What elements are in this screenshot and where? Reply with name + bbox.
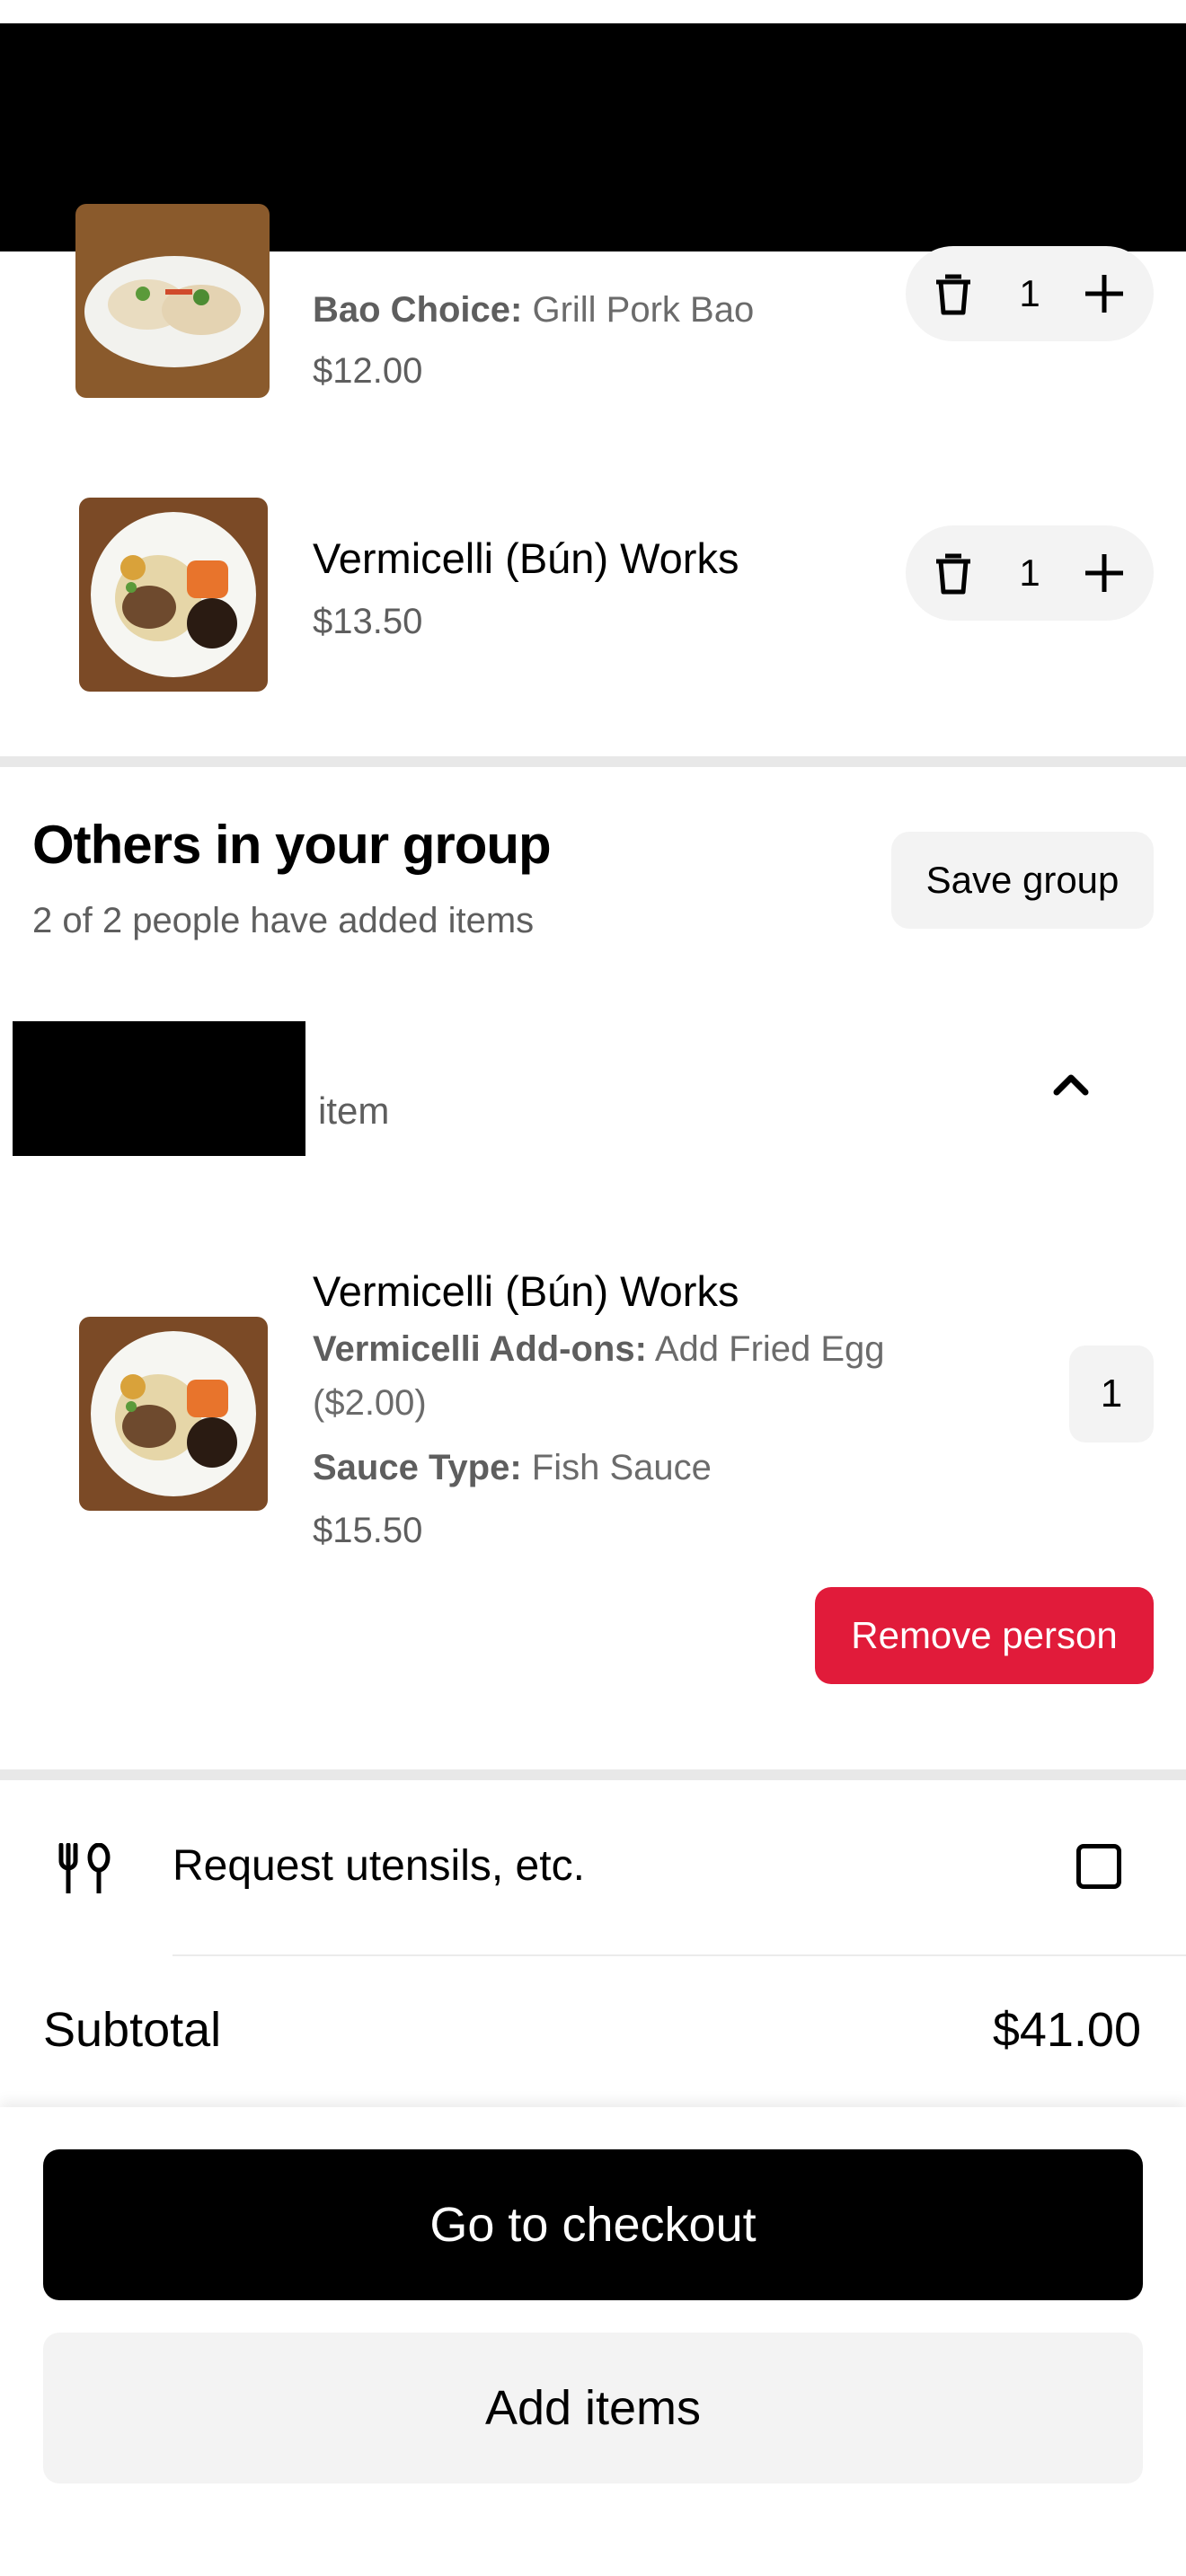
request-utensils-checkbox[interactable] [1076,1844,1121,1889]
vermicelli-item-title: Vermicelli (Bún) Works [313,534,739,582]
plus-icon[interactable] [1080,549,1128,597]
section-divider [0,1769,1186,1780]
add-items-button[interactable]: Add items [43,2333,1143,2483]
bao-item-price: $12.00 [313,351,423,391]
vermicelli-item-price: $13.50 [313,602,423,641]
quantity-value: 1 [1019,551,1040,594]
utensils-icon [58,1843,111,1893]
quantity-value: 1 [1019,272,1040,314]
subtotal-value: $41.00 [992,2003,1141,2057]
group-item-option-addons: Vermicelli Add-ons: Add Fried Egg [313,1329,885,1369]
group-item-option-sauce: Sauce Type: Fish Sauce [313,1448,712,1487]
redacted-person-name [13,1021,305,1156]
row-divider [173,1954,1186,1956]
subtotal-label: Subtotal [43,2003,222,2057]
group-item-title: Vermicelli (Bún) Works [313,1267,739,1315]
trash-icon[interactable] [929,549,978,597]
person-item-count: item [318,1090,390,1132]
go-to-checkout-button[interactable]: Go to checkout [43,2149,1143,2300]
trash-icon[interactable] [929,269,978,318]
group-item-price: $15.50 [313,1511,423,1550]
bao-quantity-stepper: 1 [906,246,1154,341]
vermicelli-quantity-stepper: 1 [906,525,1154,621]
group-item-quantity: 1 [1069,1345,1154,1442]
group-item-option-addons-cont: ($2.00) [313,1383,427,1423]
remove-person-button[interactable]: Remove person [815,1587,1154,1684]
vermicelli-item-photo [79,498,268,692]
bao-item-photo [75,204,270,398]
group-section-subtitle: 2 of 2 people have added items [32,901,535,940]
bao-item-option: Bao Choice: Grill Pork Bao [313,290,755,330]
request-utensils-label: Request utensils, etc. [173,1842,585,1890]
plus-icon[interactable] [1080,269,1128,318]
group-vermicelli-item-photo [79,1317,268,1511]
section-divider [0,756,1186,767]
group-section-title: Others in your group [32,815,552,875]
save-group-button[interactable]: Save group [891,832,1154,929]
chevron-up-icon[interactable] [1053,1071,1089,1098]
